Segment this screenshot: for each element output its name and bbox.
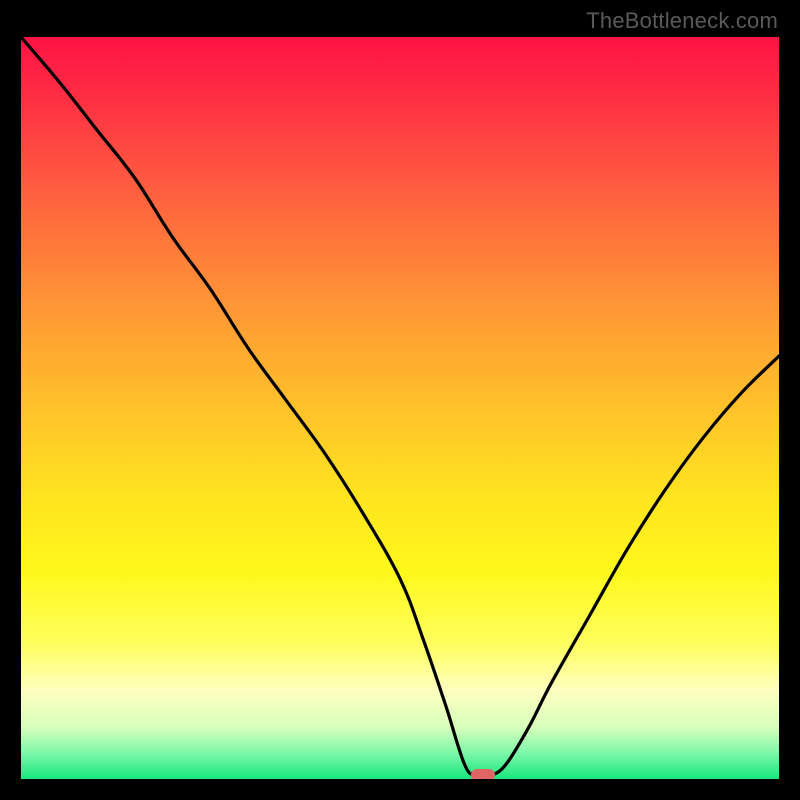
watermark-text: TheBottleneck.com (586, 8, 778, 34)
line-series (21, 37, 779, 779)
plot-area (21, 37, 779, 779)
bottleneck-marker (471, 769, 495, 779)
chart-frame: TheBottleneck.com (0, 0, 800, 800)
